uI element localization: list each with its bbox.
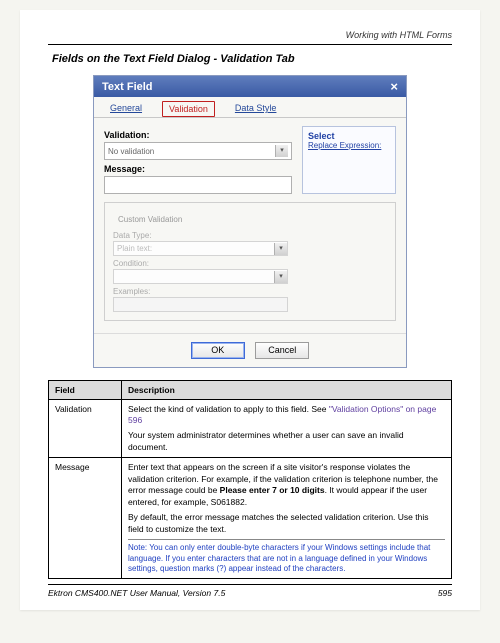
- message-input[interactable]: [104, 176, 292, 194]
- message-note: Note: You can only enter double-byte cha…: [128, 539, 445, 574]
- select-panel: Select Replace Expression:: [302, 126, 396, 194]
- table-row: Validation Select the kind of validation…: [49, 399, 452, 458]
- page-footer: Ektron CMS400.NET User Manual, Version 7…: [48, 584, 452, 598]
- chevron-down-icon: ▾: [274, 243, 287, 255]
- tab-strip: General Validation Data Style: [94, 97, 406, 118]
- chevron-down-icon: ▾: [274, 271, 287, 283]
- row-message-desc: Enter text that appears on the screen if…: [122, 458, 452, 579]
- validation-label: Validation:: [104, 130, 292, 140]
- plaintext-value: Plain text:: [117, 244, 152, 253]
- footer-page-number: 595: [438, 588, 452, 598]
- examples-label: Examples:: [113, 287, 387, 296]
- row-validation-desc: Select the kind of validation to apply t…: [122, 399, 452, 458]
- row-validation-field: Validation: [49, 399, 122, 458]
- table-row: Message Enter text that appears on the s…: [49, 458, 452, 579]
- row-message-field: Message: [49, 458, 122, 579]
- chevron-down-icon: ▾: [275, 145, 288, 157]
- col-description: Description: [122, 380, 452, 399]
- dialog-body: Validation: No validation ▾ Message: Sel…: [94, 118, 406, 329]
- header-breadcrumb: Working with HTML Forms: [48, 30, 452, 40]
- dialog-titlebar: Text Field ×: [94, 76, 406, 97]
- datatype-select: Plain text: ▾: [113, 241, 288, 256]
- datatype-label: Data Type:: [113, 231, 387, 240]
- header-rule: [48, 44, 452, 45]
- validation-select[interactable]: No validation ▾: [104, 142, 292, 160]
- tab-datastyle[interactable]: Data Style: [229, 101, 283, 117]
- custom-validation-fieldset: Custom Validation Data Type: Plain text:…: [104, 202, 396, 321]
- close-icon[interactable]: ×: [390, 80, 398, 93]
- field-description-table: Field Description Validation Select the …: [48, 380, 452, 580]
- examples-input: [113, 297, 288, 312]
- validation-select-value: No validation: [108, 147, 154, 156]
- ok-button[interactable]: OK: [191, 342, 245, 359]
- condition-select: ▾: [113, 269, 288, 284]
- replace-expression-link[interactable]: Replace Expression:: [308, 141, 390, 150]
- section-title: Fields on the Text Field Dialog - Valida…: [52, 53, 452, 65]
- tab-general[interactable]: General: [104, 101, 148, 117]
- select-panel-title: Select: [308, 131, 390, 141]
- custom-validation-legend: Custom Validation: [115, 215, 185, 224]
- dialog-button-row: OK Cancel: [94, 333, 406, 367]
- footer-left: Ektron CMS400.NET User Manual, Version 7…: [48, 588, 225, 598]
- text-field-dialog: Text Field × General Validation Data Sty…: [93, 75, 407, 368]
- condition-label: Condition:: [113, 259, 387, 268]
- dialog-title: Text Field: [102, 81, 153, 93]
- col-field: Field: [49, 380, 122, 399]
- tab-validation[interactable]: Validation: [162, 101, 215, 117]
- cancel-button[interactable]: Cancel: [255, 342, 309, 359]
- message-label: Message:: [104, 164, 292, 174]
